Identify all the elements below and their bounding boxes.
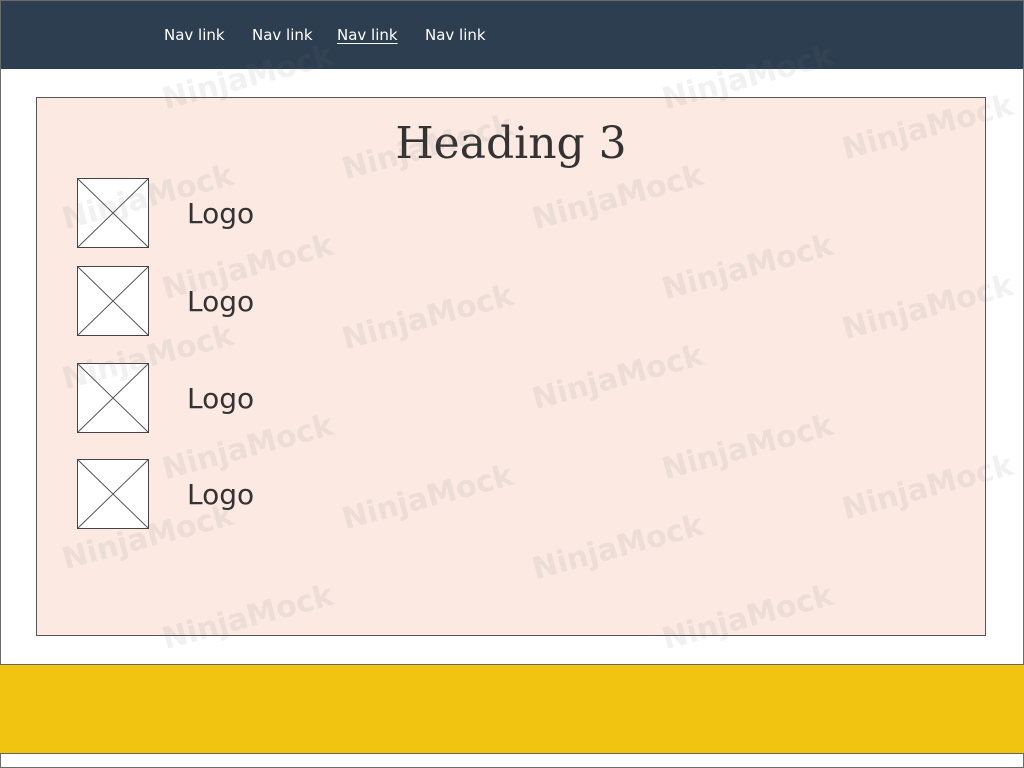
nav-link-1[interactable]: Nav link [164, 26, 225, 44]
logo-label: Logo [187, 284, 255, 318]
section-heading: Heading 3 [395, 118, 627, 169]
logo-item: Logo [77, 363, 254, 433]
logo-label: Logo [187, 381, 255, 415]
footer-band [0, 664, 1024, 754]
logo-item: Logo [77, 459, 254, 529]
nav-link-3-active[interactable]: Nav link [337, 26, 398, 44]
image-placeholder-icon [77, 363, 149, 433]
logo-item: Logo [77, 266, 254, 336]
image-placeholder-icon [77, 266, 149, 336]
logo-item: Logo [77, 178, 254, 248]
image-placeholder-icon [77, 459, 149, 529]
image-placeholder-icon [77, 178, 149, 248]
nav-link-4[interactable]: Nav link [425, 26, 486, 44]
content-panel: Heading 3 Logo Logo Logo Logo [36, 97, 986, 636]
nav-link-2[interactable]: Nav link [252, 26, 313, 44]
logo-label: Logo [187, 477, 255, 511]
top-navbar: Nav link Nav link Nav link Nav link [1, 1, 1023, 69]
logo-label: Logo [187, 196, 255, 230]
